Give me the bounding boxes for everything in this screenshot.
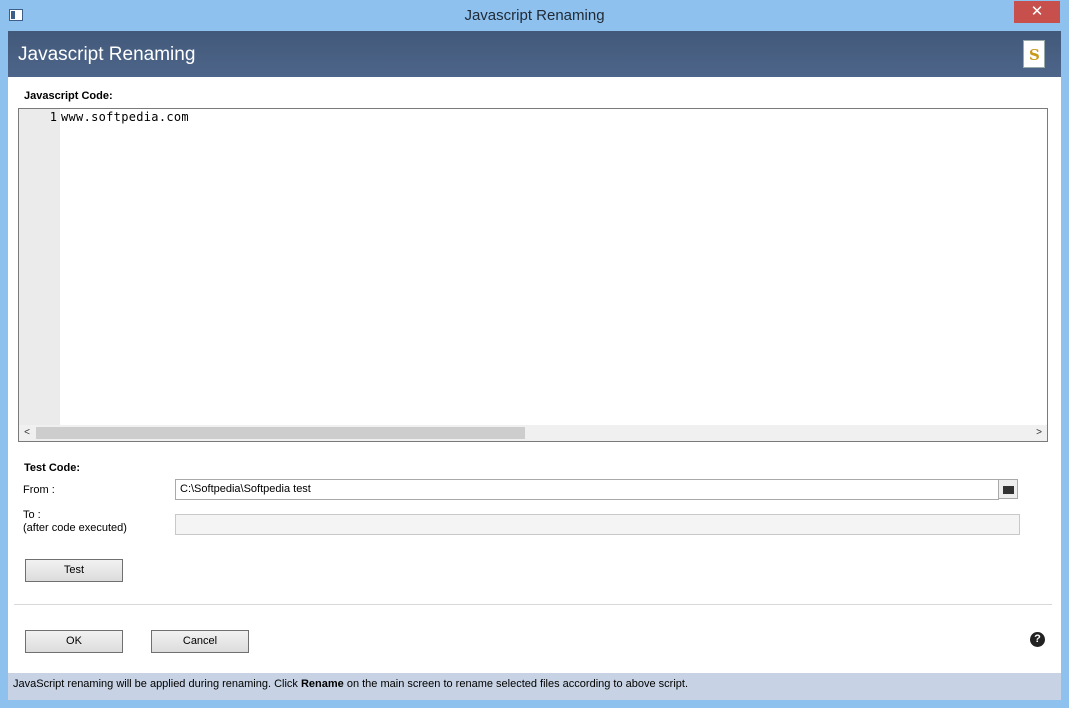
javascript-code-label: Javascript Code: (24, 90, 113, 102)
scrollbar-thumb[interactable] (36, 427, 525, 439)
script-scroll-icon (1023, 40, 1045, 68)
window-titlebar: Javascript Renaming ✕ (0, 0, 1069, 31)
status-text-start: JavaScript renaming will be applied duri… (13, 678, 301, 690)
browse-folder-button[interactable] (998, 479, 1018, 499)
line-number-gutter: 1 (19, 109, 60, 425)
cancel-button[interactable]: Cancel (151, 630, 249, 653)
to-result-field (175, 514, 1020, 535)
dialog-body: Javascript Renaming Javascript Code: 1 w… (8, 31, 1061, 700)
ok-button[interactable]: OK (25, 630, 123, 653)
status-bar: JavaScript renaming will be applied duri… (8, 673, 1061, 700)
footer-separator (14, 604, 1052, 605)
javascript-code-editor[interactable]: 1 www.softpedia.com < > (18, 108, 1048, 442)
dialog-header: Javascript Renaming (8, 31, 1061, 77)
horizontal-scrollbar[interactable]: < > (19, 425, 1047, 441)
scroll-right-arrow-icon[interactable]: > (1031, 426, 1047, 440)
code-line[interactable]: www.softpedia.com (61, 110, 189, 124)
help-icon[interactable]: ? (1030, 632, 1045, 647)
dialog-header-title: Javascript Renaming (18, 44, 196, 65)
status-text: JavaScript renaming will be applied duri… (13, 678, 688, 690)
to-label-note: (after code executed) (23, 522, 127, 534)
close-button[interactable]: ✕ (1014, 1, 1060, 23)
line-number: 1 (49, 110, 57, 124)
status-text-rename: Rename (300, 678, 344, 690)
window-title: Javascript Renaming (464, 7, 605, 24)
status-text-end: on the main screen to rename selected fi… (343, 678, 689, 690)
from-path-input[interactable]: C:\Softpedia\Softpedia test (175, 479, 999, 500)
test-button[interactable]: Test (25, 559, 123, 582)
test-code-label: Test Code: (24, 462, 81, 474)
scroll-left-arrow-icon[interactable]: < (19, 426, 35, 440)
from-label: From : (23, 484, 55, 496)
to-label: To : (23, 509, 41, 521)
